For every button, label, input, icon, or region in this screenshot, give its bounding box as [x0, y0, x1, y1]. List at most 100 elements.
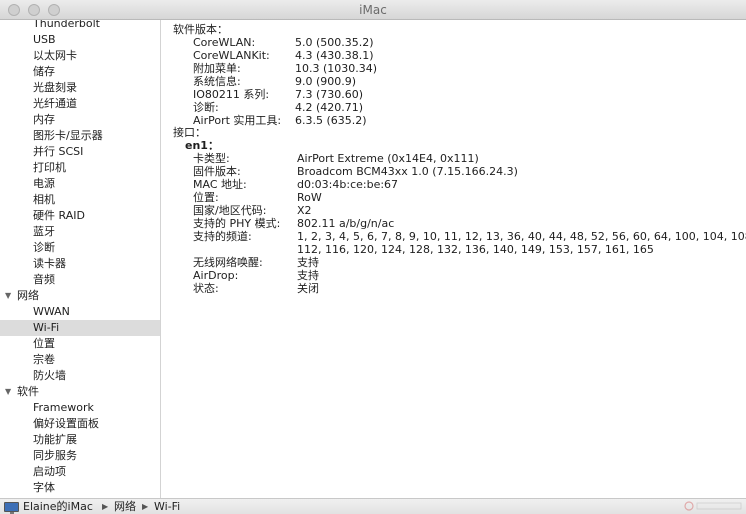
- sidebar-item-label: 同步服务: [33, 449, 77, 462]
- disclosure-triangle-icon[interactable]: ▼: [5, 288, 11, 304]
- interface-property-label: 支持的频道:: [193, 230, 252, 243]
- sidebar-item[interactable]: 光盘刻录: [0, 80, 160, 96]
- interface-property-value: 1, 2, 3, 4, 5, 6, 7, 8, 9, 10, 11, 12, 1…: [297, 230, 746, 243]
- path-bar: Elaine的iMac ▶ 网络 ▶ Wi-Fi: [0, 498, 746, 514]
- sidebar-item-label: USB: [33, 33, 56, 46]
- sidebar-item[interactable]: 字体: [0, 480, 160, 496]
- sidebar-item[interactable]: Wi-Fi: [0, 320, 160, 336]
- title-bar: iMac: [0, 0, 746, 20]
- sidebar-item-label: 以太网卡: [33, 49, 77, 62]
- interface-property-value: Broadcom BCM43xx 1.0 (7.15.166.24.3): [297, 165, 518, 178]
- sidebar-item[interactable]: 电源: [0, 176, 160, 192]
- sidebar-item-label: 光盘刻录: [33, 81, 77, 94]
- interface-property-label: AirDrop:: [193, 269, 239, 282]
- sidebar-item[interactable]: 防火墙: [0, 368, 160, 384]
- sidebar-item-label: 音频: [33, 273, 55, 286]
- interface-property-value: d0:03:4b:ce:be:67: [297, 178, 399, 191]
- sidebar-item[interactable]: 光纤通道: [0, 96, 160, 112]
- sidebar-item[interactable]: 读卡器: [0, 256, 160, 272]
- sidebar-item[interactable]: ▼ 软件: [0, 384, 160, 400]
- sidebar-item-label: 字体: [33, 481, 55, 494]
- sidebar-item-label: 诊断: [33, 241, 55, 254]
- window-title: iMac: [359, 3, 387, 17]
- sidebar-item[interactable]: 储存: [0, 64, 160, 80]
- sidebar-item-label: 位置: [33, 337, 55, 350]
- sidebar-item[interactable]: ▼ 网络: [0, 288, 160, 304]
- software-version-value: 7.3 (730.60): [295, 88, 364, 101]
- sidebar-item[interactable]: Framework: [0, 400, 160, 416]
- sidebar-item-label: 光纤通道: [33, 97, 77, 110]
- interface-property-label: 状态:: [193, 282, 219, 295]
- sidebar-item-label: 电源: [33, 177, 55, 190]
- interface-property-value: 支持: [297, 256, 319, 269]
- sidebar-item-label: 硬件 RAID: [33, 209, 85, 222]
- interface-property-value: 802.11 a/b/g/n/ac: [297, 217, 395, 230]
- sidebar-item-label: 读卡器: [33, 257, 66, 270]
- watermark-logo: [684, 501, 742, 511]
- sidebar-item[interactable]: 功能扩展: [0, 432, 160, 448]
- sidebar-item[interactable]: 位置: [0, 336, 160, 352]
- chevron-right-icon: ▶: [142, 502, 149, 511]
- software-version-value: 4.3 (430.38.1): [295, 49, 374, 62]
- interface-property-label: 无线网络唤醒:: [193, 256, 263, 269]
- sidebar-item[interactable]: 音频: [0, 272, 160, 288]
- sidebar-item[interactable]: 以太网卡: [0, 48, 160, 64]
- interfaces-header: 接口：: [173, 126, 206, 139]
- detail-pane: 软件版本： CoreWLAN: 5.0 (500.35.2) CoreWLANKit…: [161, 20, 746, 498]
- software-version-label: CoreWLANKit:: [193, 49, 270, 62]
- sidebar-item[interactable]: 蓝牙: [0, 224, 160, 240]
- interface-property-label: 位置:: [193, 191, 219, 204]
- sidebar-item[interactable]: 同步服务: [0, 448, 160, 464]
- interface-property-label: 固件版本:: [193, 165, 241, 178]
- sidebar-item-label: 防火墙: [33, 369, 66, 382]
- sidebar-item-label: 内存: [33, 113, 55, 126]
- sidebar-item[interactable]: WWAN: [0, 304, 160, 320]
- interface-property-value: 支持: [297, 269, 319, 282]
- sidebar-item[interactable]: 偏好设置面板: [0, 416, 160, 432]
- breadcrumb-computer[interactable]: Elaine的iMac: [23, 500, 93, 514]
- sidebar-item-label: Framework: [33, 401, 94, 414]
- interface-property-value: RoW: [297, 191, 322, 204]
- sidebar-item-label: 功能扩展: [33, 433, 77, 446]
- sidebar-item-label: Wi-Fi: [33, 321, 60, 334]
- software-version-value: 5.0 (500.35.2): [295, 36, 374, 49]
- interface-name: en1：: [185, 139, 219, 152]
- sidebar-item[interactable]: 图形卡/显示器: [0, 128, 160, 144]
- sidebar-item-label: WWAN: [33, 305, 70, 318]
- sidebar-item[interactable]: 相机: [0, 192, 160, 208]
- interface-property-value: X2: [297, 204, 312, 217]
- chevron-right-icon: ▶: [102, 502, 109, 511]
- software-version-value: 10.3 (1030.34): [295, 62, 378, 75]
- interface-property-value: 关闭: [297, 282, 319, 295]
- breadcrumb-network[interactable]: 网络: [114, 500, 136, 514]
- sidebar-item-label: 图形卡/显示器: [33, 129, 103, 142]
- sidebar-item[interactable]: 诊断: [0, 240, 160, 256]
- sidebar-item[interactable]: 并行 SCSI: [0, 144, 160, 160]
- interface-property-label: 国家/地区代码:: [193, 204, 267, 217]
- sidebar-item[interactable]: 打印机: [0, 160, 160, 176]
- imac-icon: [4, 502, 19, 514]
- sidebar-item-label: 相机: [33, 193, 55, 206]
- interface-property-label: MAC 地址:: [193, 178, 247, 191]
- interface-property-label: 支持的 PHY 模式:: [193, 217, 281, 230]
- interface-property-label: 卡类型:: [193, 152, 230, 165]
- software-version-label: 系统信息:: [193, 75, 241, 88]
- software-version-label: IO80211 系列:: [193, 88, 270, 101]
- software-version-value: 9.0 (900.9): [295, 75, 357, 88]
- breadcrumb-wifi[interactable]: Wi-Fi: [154, 500, 180, 514]
- sidebar-item[interactable]: 内存: [0, 112, 160, 128]
- sidebar-item[interactable]: 宗卷: [0, 352, 160, 368]
- software-version-label: 诊断:: [193, 101, 219, 114]
- disclosure-triangle-icon[interactable]: ▼: [5, 384, 11, 400]
- sidebar[interactable]: Thunderbolt USB 以太网卡储存光盘刻录光纤通道内存图形卡/显示器并行 …: [0, 20, 161, 498]
- sidebar-item[interactable]: 启动项: [0, 464, 160, 480]
- interface-property-value: AirPort Extreme (0x14E4, 0x111): [297, 152, 479, 165]
- software-versions-header: 软件版本：: [173, 23, 228, 36]
- sidebar-item[interactable]: USB: [0, 32, 160, 48]
- sidebar-item[interactable]: 硬件 RAID: [0, 208, 160, 224]
- sidebar-item[interactable]: Thunderbolt: [0, 20, 160, 32]
- sidebar-item-label: 储存: [33, 65, 55, 78]
- software-version-value: 6.3.5 (635.2): [295, 114, 367, 127]
- sidebar-item-label: 网络: [17, 289, 39, 302]
- sidebar-item-label: 启动项: [33, 465, 66, 478]
